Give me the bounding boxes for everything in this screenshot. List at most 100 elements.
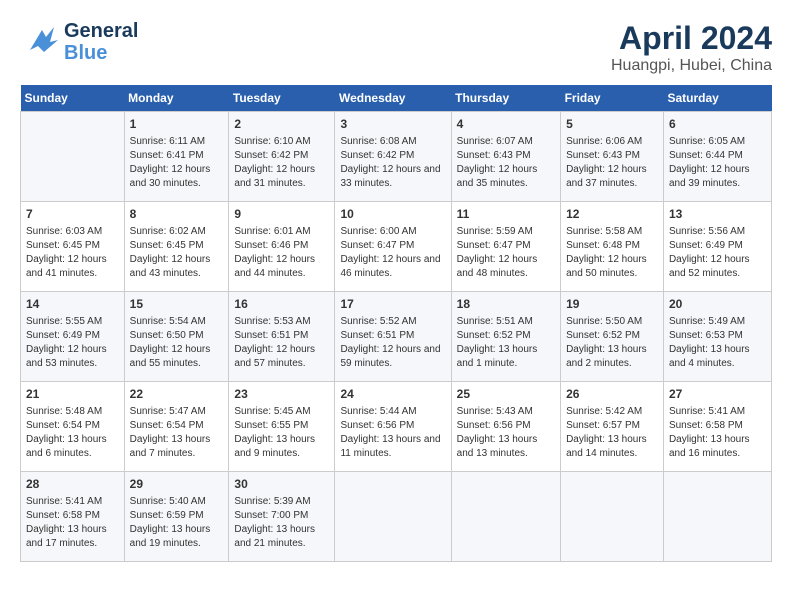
calendar-day-cell: 11 Sunrise: 5:59 AMSunset: 6:47 PMDayligh… (451, 202, 560, 292)
weekday-header: Wednesday (335, 85, 451, 112)
calendar-day-cell: 10 Sunrise: 6:00 AMSunset: 6:47 PMDayligh… (335, 202, 451, 292)
day-info: Sunrise: 5:50 AMSunset: 6:52 PMDaylight:… (566, 315, 658, 371)
day-info: Sunrise: 5:44 AMSunset: 6:56 PMDaylight:… (340, 405, 445, 461)
calendar-day-cell: 4Sunrise: 6:07 AMSunset: 6:43 PMDaylight… (451, 112, 560, 202)
calendar-day-cell (335, 472, 451, 562)
calendar-day-cell: 12 Sunrise: 5:58 AMSunset: 6:48 PMDayligh… (561, 202, 664, 292)
day-info: Sunrise: 6:06 AMSunset: 6:43 PMDaylight:… (566, 135, 658, 191)
day-number: 30 (234, 476, 329, 493)
calendar-day-cell (451, 472, 560, 562)
calendar-day-cell: 14 Sunrise: 5:55 AMSunset: 6:49 PMDayligh… (21, 292, 125, 382)
day-number: 8 (130, 206, 224, 223)
logo-text-area: General Blue (64, 20, 138, 64)
day-info: Sunrise: 5:42 AMSunset: 6:57 PMDaylight:… (566, 405, 658, 461)
day-number: 2 (234, 116, 329, 133)
day-info: Sunrise: 5:39 AMSunset: 7:00 PMDaylight:… (234, 495, 329, 551)
day-number: 19 (566, 296, 658, 313)
day-number: 24 (340, 386, 445, 403)
calendar-week-row: 21 Sunrise: 5:48 AMSunset: 6:54 PMDayligh… (21, 382, 772, 472)
day-number: 3 (340, 116, 445, 133)
day-info: Sunrise: 5:55 AMSunset: 6:49 PMDaylight:… (26, 315, 119, 371)
day-number: 20 (669, 296, 766, 313)
calendar-day-cell: 17 Sunrise: 5:52 AMSunset: 6:51 PMDayligh… (335, 292, 451, 382)
day-number: 12 (566, 206, 658, 223)
day-number: 15 (130, 296, 224, 313)
day-info: Sunrise: 5:49 AMSunset: 6:53 PMDaylight:… (669, 315, 766, 371)
day-number: 4 (457, 116, 555, 133)
header: General Blue April 2024 Huangpi, Hubei, … (20, 20, 772, 75)
day-number: 14 (26, 296, 119, 313)
day-info: Sunrise: 5:48 AMSunset: 6:54 PMDaylight:… (26, 405, 119, 461)
day-info: Sunrise: 6:11 AMSunset: 6:41 PMDaylight:… (130, 135, 224, 191)
calendar-day-cell: 23 Sunrise: 5:45 AMSunset: 6:55 PMDayligh… (229, 382, 335, 472)
day-info: Sunrise: 6:08 AMSunset: 6:42 PMDaylight:… (340, 135, 445, 191)
calendar-day-cell: 30 Sunrise: 5:39 AMSunset: 7:00 PMDayligh… (229, 472, 335, 562)
day-number: 5 (566, 116, 658, 133)
logo-blue: Blue (64, 42, 107, 64)
day-number: 21 (26, 386, 119, 403)
main-title: April 2024 (611, 20, 772, 57)
calendar-day-cell: 20 Sunrise: 5:49 AMSunset: 6:53 PMDayligh… (663, 292, 771, 382)
weekday-header: Friday (561, 85, 664, 112)
day-info: Sunrise: 5:59 AMSunset: 6:47 PMDaylight:… (457, 225, 555, 281)
calendar-day-cell: 28Sunrise: 5:41 AMSunset: 6:58 PMDayligh… (21, 472, 125, 562)
calendar-week-row: 7Sunrise: 6:03 AMSunset: 6:45 PMDaylight… (21, 202, 772, 292)
calendar-day-cell: 6Sunrise: 6:05 AMSunset: 6:44 PMDaylight… (663, 112, 771, 202)
weekday-header: Saturday (663, 85, 771, 112)
day-number: 23 (234, 386, 329, 403)
calendar-day-cell: 21 Sunrise: 5:48 AMSunset: 6:54 PMDayligh… (21, 382, 125, 472)
day-number: 26 (566, 386, 658, 403)
calendar-day-cell: 3 Sunrise: 6:08 AMSunset: 6:42 PMDaylight… (335, 112, 451, 202)
day-number: 11 (457, 206, 555, 223)
day-number: 27 (669, 386, 766, 403)
title-area: April 2024 Huangpi, Hubei, China (611, 20, 772, 75)
day-info: Sunrise: 5:52 AMSunset: 6:51 PMDaylight:… (340, 315, 445, 371)
day-info: Sunrise: 5:43 AMSunset: 6:56 PMDaylight:… (457, 405, 555, 461)
weekday-header: Thursday (451, 85, 560, 112)
calendar-day-cell: 9 Sunrise: 6:01 AMSunset: 6:46 PMDaylight… (229, 202, 335, 292)
calendar-day-cell (663, 472, 771, 562)
calendar-day-cell: 2 Sunrise: 6:10 AMSunset: 6:42 PMDaylight… (229, 112, 335, 202)
logo: General Blue (20, 20, 138, 64)
calendar-day-cell: 27 Sunrise: 5:41 AMSunset: 6:58 PMDayligh… (663, 382, 771, 472)
calendar-day-cell: 16Sunrise: 5:53 AMSunset: 6:51 PMDayligh… (229, 292, 335, 382)
day-number: 22 (130, 386, 224, 403)
day-info: Sunrise: 5:45 AMSunset: 6:55 PMDaylight:… (234, 405, 329, 461)
calendar-day-cell (561, 472, 664, 562)
calendar-day-cell: 29Sunrise: 5:40 AMSunset: 6:59 PMDayligh… (124, 472, 229, 562)
calendar-day-cell: 18 Sunrise: 5:51 AMSunset: 6:52 PMDayligh… (451, 292, 560, 382)
day-info: Sunrise: 6:01 AMSunset: 6:46 PMDaylight:… (234, 225, 329, 281)
day-number: 9 (234, 206, 329, 223)
calendar-day-cell: 22Sunrise: 5:47 AMSunset: 6:54 PMDayligh… (124, 382, 229, 472)
day-info: Sunrise: 6:02 AMSunset: 6:45 PMDaylight:… (130, 225, 224, 281)
logo-general: General (64, 20, 138, 42)
day-number: 17 (340, 296, 445, 313)
day-number: 6 (669, 116, 766, 133)
day-info: Sunrise: 5:51 AMSunset: 6:52 PMDaylight:… (457, 315, 555, 371)
calendar-week-row: 14 Sunrise: 5:55 AMSunset: 6:49 PMDayligh… (21, 292, 772, 382)
calendar-day-cell: 13 Sunrise: 5:56 AMSunset: 6:49 PMDayligh… (663, 202, 771, 292)
day-info: Sunrise: 5:56 AMSunset: 6:49 PMDaylight:… (669, 225, 766, 281)
day-number: 18 (457, 296, 555, 313)
day-info: Sunrise: 5:53 AMSunset: 6:51 PMDaylight:… (234, 315, 329, 371)
calendar-day-cell: 26 Sunrise: 5:42 AMSunset: 6:57 PMDayligh… (561, 382, 664, 472)
day-info: Sunrise: 5:58 AMSunset: 6:48 PMDaylight:… (566, 225, 658, 281)
calendar-day-cell: 5 Sunrise: 6:06 AMSunset: 6:43 PMDaylight… (561, 112, 664, 202)
day-number: 7 (26, 206, 119, 223)
day-number: 10 (340, 206, 445, 223)
day-number: 13 (669, 206, 766, 223)
day-info: Sunrise: 6:10 AMSunset: 6:42 PMDaylight:… (234, 135, 329, 191)
day-number: 25 (457, 386, 555, 403)
calendar-day-cell: 24 Sunrise: 5:44 AMSunset: 6:56 PMDayligh… (335, 382, 451, 472)
weekday-header-row: SundayMondayTuesdayWednesdayThursdayFrid… (21, 85, 772, 112)
day-info: Sunrise: 6:00 AMSunset: 6:47 PMDaylight:… (340, 225, 445, 281)
day-info: Sunrise: 5:41 AMSunset: 6:58 PMDaylight:… (26, 495, 119, 551)
calendar-week-row: 1Sunrise: 6:11 AMSunset: 6:41 PMDaylight… (21, 112, 772, 202)
day-number: 29 (130, 476, 224, 493)
calendar-day-cell: 1Sunrise: 6:11 AMSunset: 6:41 PMDaylight… (124, 112, 229, 202)
day-info: Sunrise: 5:41 AMSunset: 6:58 PMDaylight:… (669, 405, 766, 461)
calendar-week-row: 28Sunrise: 5:41 AMSunset: 6:58 PMDayligh… (21, 472, 772, 562)
day-info: Sunrise: 5:54 AMSunset: 6:50 PMDaylight:… (130, 315, 224, 371)
calendar-day-cell: 25 Sunrise: 5:43 AMSunset: 6:56 PMDayligh… (451, 382, 560, 472)
subtitle: Huangpi, Hubei, China (611, 57, 772, 75)
